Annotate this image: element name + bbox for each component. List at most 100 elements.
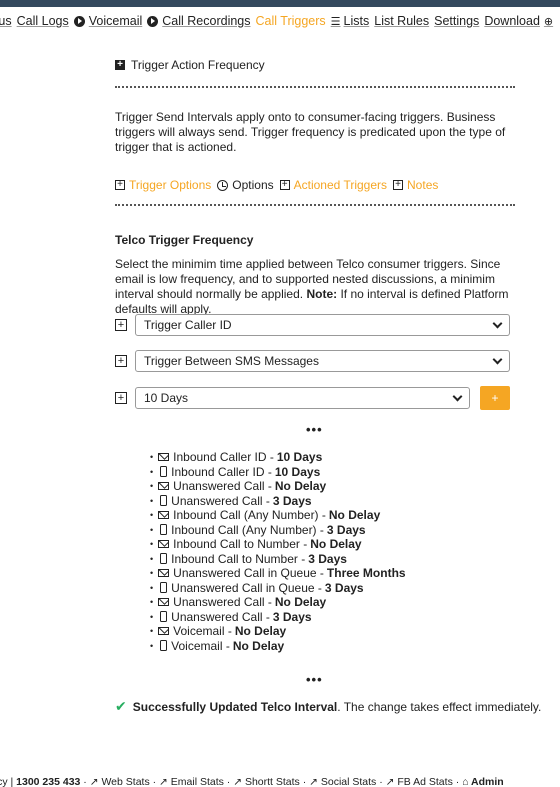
nav-settings[interactable]: Settings — [434, 14, 479, 28]
interval-item: • Inbound Caller ID -10 Days — [150, 450, 406, 465]
email-stats-link[interactable]: ↗ Email Stats — [159, 776, 224, 787]
mobile-icon — [160, 640, 168, 652]
nav-download[interactable]: Download ⊕ — [484, 14, 556, 28]
success-message: ✔ Successfully Updated Telco Interval. T… — [115, 698, 541, 715]
expand-plus-icon[interactable]: + — [115, 319, 127, 331]
mobile-icon — [160, 495, 168, 507]
email-icon — [158, 482, 170, 491]
bullet: • — [150, 466, 154, 477]
interval-item: • Unanswered Call -3 Days — [150, 494, 406, 509]
trigger-sms-select[interactable]: Trigger Between SMS Messages — [135, 350, 510, 372]
bullet: • — [150, 452, 154, 462]
options-label: Options — [232, 178, 274, 192]
email-icon — [158, 569, 170, 578]
plus-square-icon: + — [393, 180, 404, 190]
mobile-icon — [160, 553, 168, 565]
interval-item: • Inbound Call to Number -3 Days — [150, 552, 406, 567]
shortt-stats-label: Shortt Stats — [244, 776, 300, 787]
interval-list: • Inbound Caller ID -10 Days • Inbound Call… — [150, 450, 406, 653]
ellipsis-separator: ••• — [306, 422, 323, 437]
main-nav: atus Call Logs Voicemail Call Recordings… — [0, 12, 560, 34]
trigger-options-link[interactable]: + Trigger Options — [115, 178, 211, 192]
nav-download-label: Download — [484, 14, 540, 28]
interval-label: Unanswered Call - — [173, 595, 272, 609]
web-stats-link[interactable]: ↗ Web Stats — [90, 776, 150, 787]
interval-value: 3 Days — [272, 609, 312, 624]
interval-select[interactable]: 10 Days — [135, 387, 470, 409]
interval-item: • Unanswered Call -3 Days — [150, 610, 406, 625]
nav-voicemail[interactable]: Voicemail — [73, 14, 142, 28]
interval-item: • Unanswered Call in Queue - Three Months — [150, 566, 406, 581]
telco-heading: Telco Trigger Frequency — [115, 233, 254, 247]
expand-plus-icon[interactable]: + — [115, 392, 127, 404]
top-bar — [0, 0, 560, 7]
bullet: • — [150, 510, 154, 520]
social-stats-link[interactable]: ↗ Social Stats — [309, 776, 376, 787]
plus-square-icon: + — [279, 180, 290, 190]
list-icon: ☰ — [330, 15, 341, 28]
interval-label: Inbound Call (Any Number) - — [171, 522, 324, 537]
mobile-icon — [160, 466, 168, 478]
fb-stats-link[interactable]: ↗ FB Ad Stats — [386, 776, 453, 787]
footer-privacy[interactable]: vacy | — [0, 776, 13, 787]
bullet: • — [150, 524, 154, 535]
actioned-triggers-label: Actioned Triggers — [293, 178, 388, 192]
download-icon: ⊕ — [543, 15, 554, 28]
email-icon — [158, 598, 170, 607]
select-value: Trigger Caller ID — [144, 318, 232, 332]
success-bold: Successfully Updated Telco Interval — [132, 699, 338, 714]
interval-item: • Unanswered Call in Queue -3 Days — [150, 581, 406, 596]
intro-text: Trigger Send Intervals apply onto to con… — [115, 110, 506, 154]
social-stats-label: Social Stats — [320, 776, 377, 787]
notes-link[interactable]: + Notes — [393, 178, 438, 192]
bullet: • — [150, 495, 154, 506]
interval-label: Unanswered Call in Queue - — [173, 566, 324, 580]
shortt-stats-link[interactable]: ↗ Shortt Stats — [233, 776, 300, 787]
select-value: Trigger Between SMS Messages — [144, 354, 319, 368]
section-links: + Trigger Options Options + Actioned Trigg… — [115, 178, 444, 192]
expand-plus-icon[interactable]: + — [115, 355, 127, 367]
trigger-row-2: + Trigger Between SMS Messages — [115, 350, 510, 372]
trigger-row-1: + Trigger Caller ID — [115, 314, 510, 336]
interval-item: • Inbound Caller ID -10 Days — [150, 465, 406, 480]
divider — [115, 204, 515, 206]
nav-list-rules[interactable]: List Rules — [374, 14, 429, 28]
telco-description: Select the minimim time applied between … — [115, 257, 515, 317]
nav-call-recordings-label: Call Recordings — [162, 14, 251, 28]
admin-link[interactable]: ⌂ Admin — [462, 776, 504, 787]
email-icon — [158, 453, 170, 462]
interval-value: 10 Days — [274, 464, 321, 479]
nav-call-triggers[interactable]: Call Triggers — [256, 14, 326, 28]
email-icon — [158, 511, 170, 520]
nav-lists[interactable]: ☰ Lists — [331, 14, 370, 28]
fb-stats-label: FB Ad Stats — [397, 776, 453, 787]
interval-value: Three Months — [326, 566, 406, 580]
interval-value: No Delay — [310, 537, 362, 551]
trigger-options-label: Trigger Options — [129, 178, 212, 192]
bullet: • — [150, 582, 154, 593]
interval-label: Inbound Call to Number - — [171, 551, 306, 566]
interval-value: 3 Days — [326, 522, 366, 537]
clock-icon — [217, 179, 229, 191]
bullet: • — [150, 481, 154, 491]
play-circle-icon — [73, 15, 85, 27]
ellipsis-separator: ••• — [306, 672, 323, 687]
actioned-triggers-link[interactable]: + Actioned Triggers — [279, 178, 388, 192]
options-link[interactable]: Options — [217, 178, 274, 192]
add-interval-button[interactable]: + — [480, 386, 510, 410]
success-rest: . The change takes effect immediately. — [337, 699, 542, 714]
admin-label: Admin — [471, 776, 504, 787]
section-title: + Trigger Action Frequency — [115, 58, 265, 72]
plus-square-icon: + — [115, 60, 125, 70]
nav-lists-label: Lists — [343, 14, 370, 28]
interval-value: 3 Days — [324, 580, 364, 595]
interval-label: Unanswered Call - — [171, 493, 270, 508]
trigger-caller-id-select[interactable]: Trigger Caller ID — [135, 314, 510, 336]
nav-call-logs[interactable]: Call Logs — [17, 14, 69, 28]
plus-square-icon: + — [115, 180, 125, 190]
nav-status[interactable]: atus — [0, 14, 12, 28]
nav-call-recordings[interactable]: Call Recordings — [147, 14, 251, 28]
web-stats-label: Web Stats — [101, 776, 150, 787]
interval-value: No Delay — [274, 479, 327, 493]
interval-value: No Delay — [232, 638, 285, 653]
